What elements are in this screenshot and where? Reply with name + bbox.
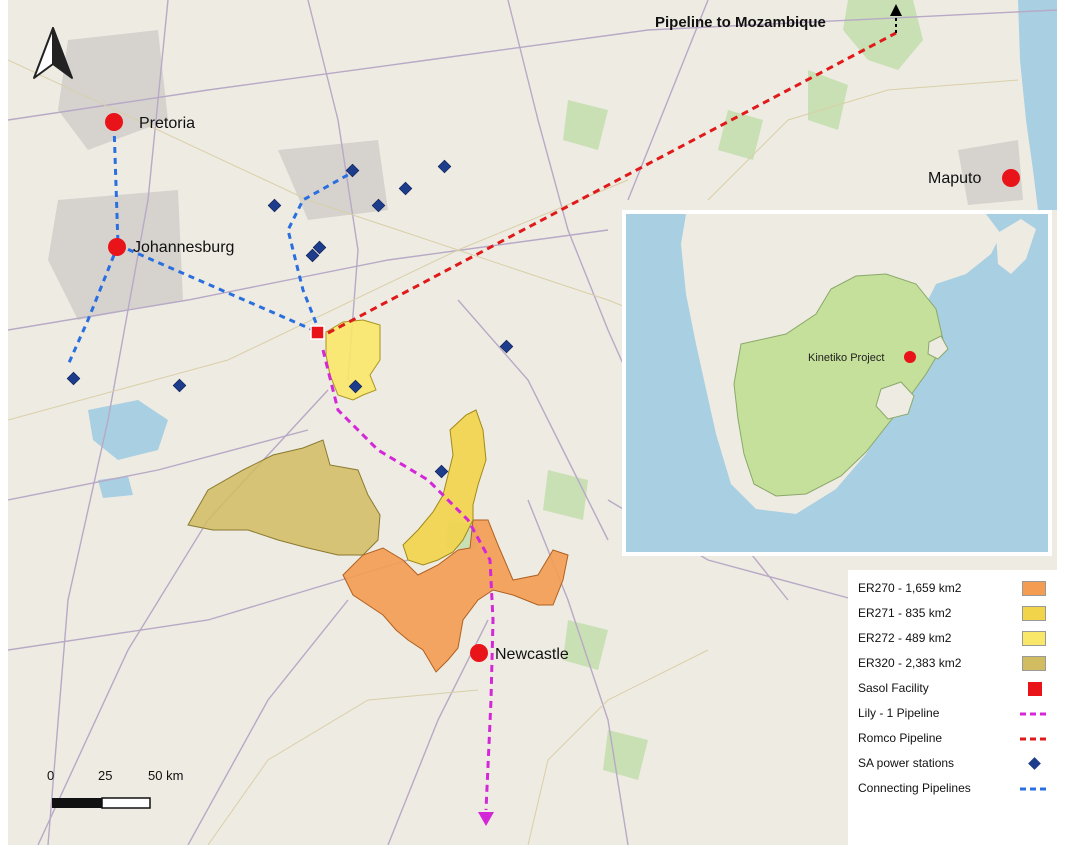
city-marker-newcastle xyxy=(470,644,488,662)
legend-item-power: SA power stations xyxy=(858,753,1053,775)
inset-map: Kinetiko Project xyxy=(622,210,1052,556)
city-marker-maputo xyxy=(1002,169,1020,187)
city-label-newcastle: Newcastle xyxy=(495,646,569,663)
legend-swatch-er320 xyxy=(1022,656,1046,671)
scale-bar-graphic xyxy=(52,797,151,809)
city-marker-pretoria xyxy=(105,113,123,131)
legend-item-er272: ER272 - 489 km2 xyxy=(858,628,1053,650)
scale-label-50: 50 km xyxy=(148,768,184,783)
legend-item-er271: ER271 - 835 km2 xyxy=(858,603,1053,625)
scale-label-25: 25 xyxy=(98,768,113,783)
legend-swatch-er272 xyxy=(1022,631,1046,646)
legend-item-connecting: Connecting Pipelines xyxy=(858,778,1053,800)
legend-power-station-icon xyxy=(1028,757,1041,770)
sasol-facility-marker xyxy=(310,325,325,340)
city-marker-johannesburg xyxy=(108,238,126,256)
inset-svg xyxy=(626,214,1048,552)
legend-item-er270: ER270 - 1,659 km2 xyxy=(858,578,1053,600)
legend-swatch-er270 xyxy=(1022,581,1046,596)
map-figure: Pretoria Johannesburg Maputo Newcastle P… xyxy=(0,0,1065,851)
legend-item-lily: Lily - 1 Pipeline xyxy=(858,703,1053,725)
city-label-pretoria: Pretoria xyxy=(139,115,196,132)
scale-label-0: 0 xyxy=(47,768,55,783)
legend-swatch-er271 xyxy=(1022,606,1046,621)
legend-item-romco: Romco Pipeline xyxy=(858,728,1053,750)
legend-item-sasol: Sasol Facility xyxy=(858,678,1053,700)
pipeline-title: Pipeline to Mozambique xyxy=(655,14,826,31)
legend-lily-pipeline-icon xyxy=(1020,712,1048,716)
legend-connecting-pipeline-icon xyxy=(1020,787,1048,791)
city-label-johannesburg: Johannesburg xyxy=(133,239,235,256)
legend-sasol-icon xyxy=(1028,682,1042,696)
legend-item-er320: ER320 - 2,383 km2 xyxy=(858,653,1053,675)
city-label-maputo: Maputo xyxy=(928,170,982,187)
inset-project-marker xyxy=(904,351,916,363)
legend-panel: ER270 - 1,659 km2 ER271 - 835 km2 ER272 … xyxy=(848,570,1057,845)
legend-romco-pipeline-icon xyxy=(1020,737,1048,741)
inset-project-label: Kinetiko Project xyxy=(808,352,885,364)
